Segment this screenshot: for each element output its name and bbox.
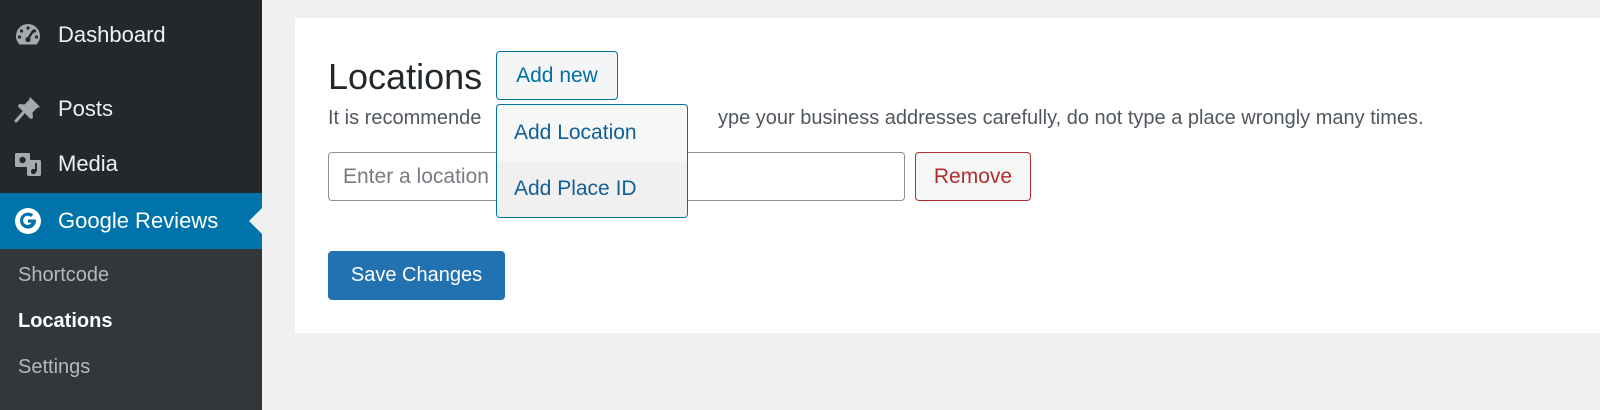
submenu-item-settings[interactable]: Settings (18, 356, 90, 379)
active-menu-arrow (249, 208, 262, 234)
add-location-option[interactable]: Add Location (497, 105, 687, 161)
description-start: It is recommende (328, 107, 482, 129)
add-place-id-option[interactable]: Add Place ID (497, 161, 687, 217)
submenu-item-shortcode[interactable]: Shortcode (18, 264, 109, 287)
menu-item-dashboard[interactable]: Dashboard (0, 12, 262, 58)
description-text: It is recommende ype your business addre… (328, 107, 1424, 130)
remove-button[interactable]: Remove (915, 152, 1031, 201)
admin-sidebar: Dashboard Posts Media Google Reviews Sho… (0, 0, 262, 410)
menu-item-label: Google Reviews (58, 208, 219, 233)
menu-item-google-reviews[interactable]: Google Reviews (0, 193, 262, 249)
add-new-dropdown: Add Location Add Place ID (496, 104, 688, 218)
save-changes-button[interactable]: Save Changes (328, 251, 505, 300)
pushpin-icon (13, 94, 43, 124)
menu-item-posts[interactable]: Posts (0, 86, 262, 132)
menu-item-media[interactable]: Media (0, 141, 262, 187)
google-icon (13, 206, 43, 236)
media-icon (13, 149, 43, 179)
menu-item-label: Dashboard (58, 22, 166, 47)
add-new-button[interactable]: Add new (496, 51, 618, 100)
page-title: Locations (328, 56, 483, 97)
description-end: ype your business addresses carefully, d… (718, 107, 1424, 129)
menu-item-label: Media (58, 151, 118, 176)
dashboard-icon (13, 20, 43, 50)
google-reviews-submenu: Shortcode Locations Settings (0, 249, 262, 410)
menu-item-label: Posts (58, 96, 114, 121)
settings-panel: Locations Add new It is recommende ype y… (295, 18, 1600, 333)
submenu-item-locations[interactable]: Locations (18, 310, 112, 333)
